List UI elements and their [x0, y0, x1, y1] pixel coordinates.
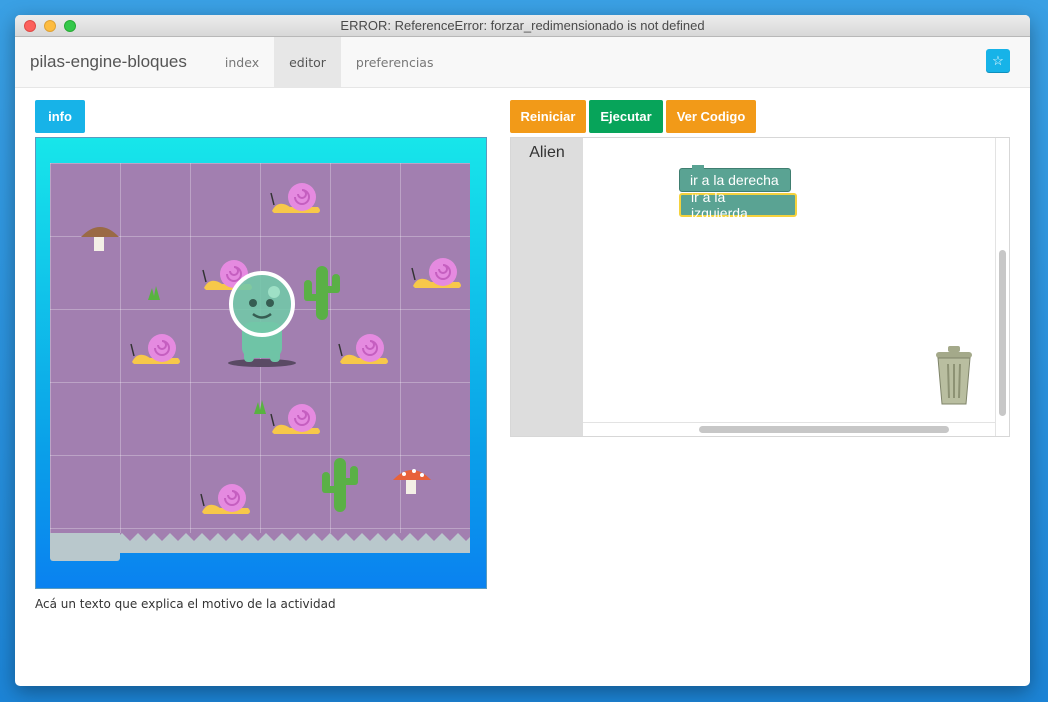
activity-description: Acá un texto que explica el motivo de la…: [35, 597, 336, 611]
snail-icon: [270, 404, 320, 434]
star-button[interactable]: ☆: [986, 49, 1010, 72]
snail-icon: [130, 334, 180, 364]
info-button[interactable]: info: [35, 100, 85, 133]
nav-tab-preferencias[interactable]: preferencias: [341, 37, 449, 87]
cactus-icon: [304, 266, 340, 320]
block-ir-a-la-izquierda[interactable]: ir a la izquierda: [679, 189, 797, 221]
snail-icon: [270, 183, 320, 213]
grass-icon: [254, 400, 266, 414]
vertical-scrollbar[interactable]: [999, 250, 1006, 416]
block-label: ir a la izquierda: [691, 189, 748, 221]
grass-icon: [148, 286, 160, 300]
title-bar: ERROR: ReferenceError: forzar_redimensio…: [15, 15, 1030, 37]
toolbox: Alien: [511, 138, 583, 436]
horizontal-scrollbar[interactable]: [699, 426, 949, 433]
snail-icon: [411, 258, 461, 288]
block-label: ir a la derecha: [690, 172, 779, 188]
red-mushroom-icon: [393, 469, 431, 494]
block-notch: [692, 165, 704, 171]
toolbox-category-alien[interactable]: Alien: [511, 144, 583, 162]
nav-tab-index[interactable]: index: [210, 37, 274, 87]
snail-icon: [200, 484, 250, 514]
blockly-workspace[interactable]: Alien ir a la derecha ir a la izquierda: [510, 137, 1010, 437]
nav-tab-editor[interactable]: editor: [274, 37, 341, 87]
star-icon: ☆: [992, 52, 1004, 68]
alien-character[interactable]: [224, 270, 300, 370]
brown-mushroom-icon: [81, 227, 119, 251]
ground-block: [50, 533, 120, 561]
window-title: ERROR: ReferenceError: forzar_redimensio…: [340, 18, 705, 33]
ejecutar-button[interactable]: Ejecutar: [589, 100, 663, 133]
brand-link[interactable]: pilas-engine-bloques: [15, 37, 202, 87]
trash-can-icon[interactable]: [928, 342, 980, 408]
game-canvas[interactable]: [35, 137, 487, 589]
reiniciar-button[interactable]: Reiniciar: [510, 100, 586, 133]
ver-codigo-button[interactable]: Ver Codigo: [666, 100, 756, 133]
cactus-icon: [322, 458, 358, 512]
navbar: pilas-engine-bloques index editor prefer…: [15, 37, 1030, 88]
snail-icon: [338, 334, 388, 364]
